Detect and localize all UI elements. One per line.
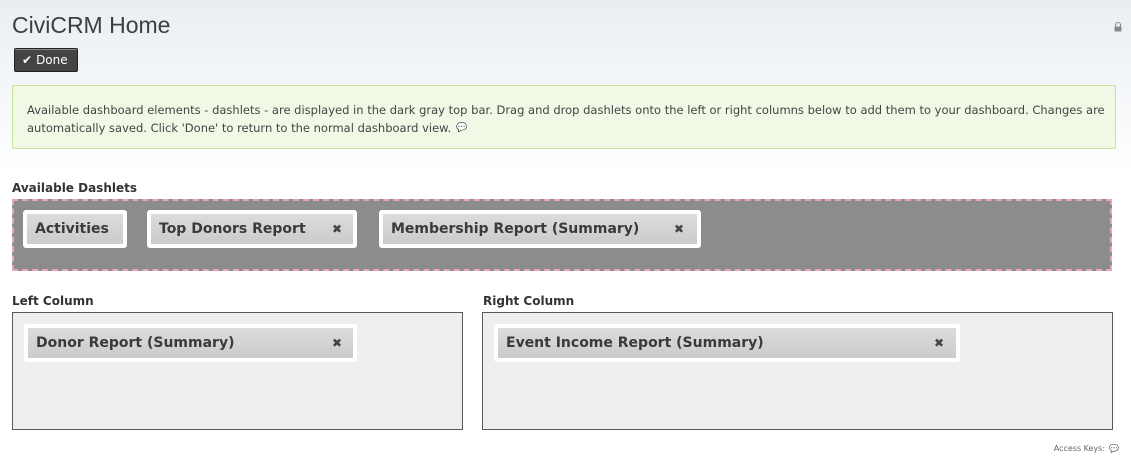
page-title: CiviCRM Home <box>12 12 171 38</box>
dashlet-label: Activities <box>35 221 109 237</box>
dashlet-label: Membership Report (Summary) <box>391 221 640 237</box>
access-keys-label: Access Keys: <box>1053 444 1106 453</box>
dashlet-top-donors-report[interactable]: Top Donors Report ✖ <box>147 210 357 248</box>
help-icon[interactable]: 💬 <box>1109 444 1119 453</box>
dashlet-activities[interactable]: Activities <box>23 210 127 248</box>
right-column-dropzone[interactable]: Event Income Report (Summary) ✖ <box>482 312 1113 430</box>
dashlet-label: Donor Report (Summary) <box>36 335 235 351</box>
available-dashlets-label: Available Dashlets <box>12 181 137 195</box>
left-column-dropzone[interactable]: Donor Report (Summary) ✖ <box>12 312 463 430</box>
help-message: Available dashboard elements - dashlets … <box>12 85 1116 149</box>
access-keys: Access Keys: 💬 <box>1054 444 1119 453</box>
help-icon[interactable]: 💬 <box>456 119 467 137</box>
close-icon[interactable]: ✖ <box>332 336 342 350</box>
dashlet-event-income-report-summary[interactable]: Event Income Report (Summary) ✖ <box>494 324 960 362</box>
close-icon[interactable]: ✖ <box>674 222 684 236</box>
close-icon[interactable]: ✖ <box>934 336 944 350</box>
close-icon[interactable]: ✖ <box>332 222 342 236</box>
lock-icon <box>1114 22 1122 32</box>
dashlet-donor-report-summary[interactable]: Donor Report (Summary) ✖ <box>24 324 357 362</box>
dashlet-label: Top Donors Report <box>159 221 306 237</box>
check-icon: ✔ <box>22 53 33 67</box>
dashlet-label: Event Income Report (Summary) <box>506 335 764 351</box>
right-column-label: Right Column <box>483 294 575 308</box>
help-text: Available dashboard elements - dashlets … <box>27 103 1105 135</box>
left-column-label: Left Column <box>12 294 94 308</box>
available-dashlets-bar[interactable]: Activities Top Donors Report ✖ Membershi… <box>12 199 1112 271</box>
done-button-label: Done <box>36 53 68 67</box>
done-button[interactable]: ✔ Done <box>14 48 78 72</box>
dashlet-membership-report-summary[interactable]: Membership Report (Summary) ✖ <box>379 210 701 248</box>
